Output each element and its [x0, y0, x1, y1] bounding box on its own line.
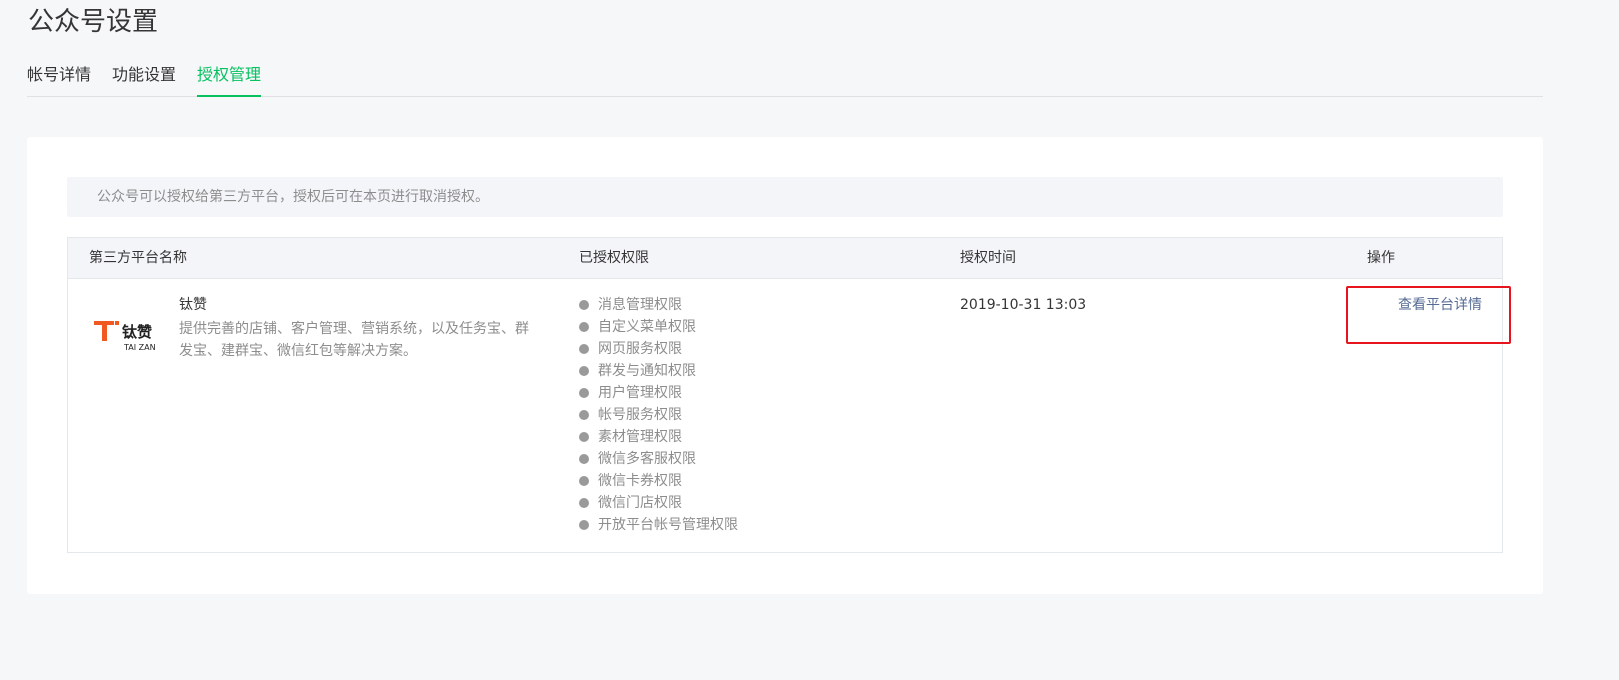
- notice-banner: 公众号可以授权给第三方平台，授权后可在本页进行取消授权。: [67, 177, 1503, 217]
- permission-label: 用户管理权限: [598, 385, 682, 401]
- permission-label: 群发与通知权限: [598, 363, 696, 379]
- permission-label: 消息管理权限: [598, 297, 682, 313]
- table-row: 钛赞 TAI ZAN 钛赞 提供完善的店铺、客户管理、营销系统，以及任务宝、群发…: [68, 279, 1502, 552]
- permission-label: 微信门店权限: [598, 495, 682, 511]
- header-platform-name: 第三方平台名称: [89, 250, 187, 266]
- bullet-icon: [579, 322, 589, 332]
- header-action: 操作: [1367, 250, 1395, 266]
- taizan-logo-icon: 钛赞 TAI ZAN: [94, 321, 162, 353]
- logo-text-cn: 钛赞: [122, 323, 152, 341]
- list-item: 帐号服务权限: [579, 406, 738, 428]
- auth-time: 2019-10-31 13:03: [960, 297, 1087, 313]
- tab-feature-settings[interactable]: 功能设置: [112, 64, 176, 86]
- list-item: 网页服务权限: [579, 340, 738, 362]
- view-platform-details-link[interactable]: 查看平台详情: [1398, 296, 1482, 314]
- permission-label: 帐号服务权限: [598, 407, 682, 423]
- platform-name: 钛赞: [179, 297, 207, 313]
- logo-text-en: TAI ZAN: [123, 343, 156, 352]
- list-item: 用户管理权限: [579, 384, 738, 406]
- permission-label: 微信多客服权限: [598, 451, 696, 467]
- authorization-table: 第三方平台名称 已授权权限 授权时间 操作 钛赞 TAI ZAN 钛赞 提供完善…: [67, 237, 1503, 553]
- bullet-icon: [579, 300, 589, 310]
- bullet-icon: [579, 366, 589, 376]
- bullet-icon: [579, 454, 589, 464]
- bullet-icon: [579, 520, 589, 530]
- active-tab-indicator: [197, 95, 261, 97]
- permission-label: 微信卡券权限: [598, 473, 682, 489]
- list-item: 微信卡券权限: [579, 472, 738, 494]
- list-item: 素材管理权限: [579, 428, 738, 450]
- list-item: 微信多客服权限: [579, 450, 738, 472]
- bullet-icon: [579, 344, 589, 354]
- permission-label: 自定义菜单权限: [598, 319, 696, 335]
- table-header: 第三方平台名称 已授权权限 授权时间 操作: [68, 238, 1502, 279]
- header-permissions: 已授权权限: [579, 250, 649, 266]
- tab-bar: 帐号详情 功能设置 授权管理: [27, 54, 1543, 97]
- bullet-icon: [579, 410, 589, 420]
- header-auth-time: 授权时间: [960, 250, 1016, 266]
- list-item: 微信门店权限: [579, 494, 738, 516]
- bullet-icon: [579, 498, 589, 508]
- tab-account-details[interactable]: 帐号详情: [27, 64, 91, 86]
- platform-description: 提供完善的店铺、客户管理、营销系统，以及任务宝、群发宝、建群宝、微信红包等解决方…: [179, 321, 529, 359]
- notice-text: 公众号可以授权给第三方平台，授权后可在本页进行取消授权。: [97, 189, 489, 205]
- bullet-icon: [579, 476, 589, 486]
- permission-label: 开放平台帐号管理权限: [598, 517, 738, 533]
- list-item: 群发与通知权限: [579, 362, 738, 384]
- list-item: 消息管理权限: [579, 296, 738, 318]
- permission-list: 消息管理权限 自定义菜单权限 网页服务权限 群发与通知权限 用户管理权限 帐号服…: [579, 296, 738, 538]
- tab-authorization-management[interactable]: 授权管理: [197, 64, 261, 86]
- bullet-icon: [579, 432, 589, 442]
- permission-label: 网页服务权限: [598, 341, 682, 357]
- authorization-card: 公众号可以授权给第三方平台，授权后可在本页进行取消授权。 第三方平台名称 已授权…: [27, 137, 1543, 594]
- list-item: 开放平台帐号管理权限: [579, 516, 738, 538]
- page-title: 公众号设置: [28, 7, 159, 37]
- bullet-icon: [579, 388, 589, 398]
- permission-label: 素材管理权限: [598, 429, 682, 445]
- list-item: 自定义菜单权限: [579, 318, 738, 340]
